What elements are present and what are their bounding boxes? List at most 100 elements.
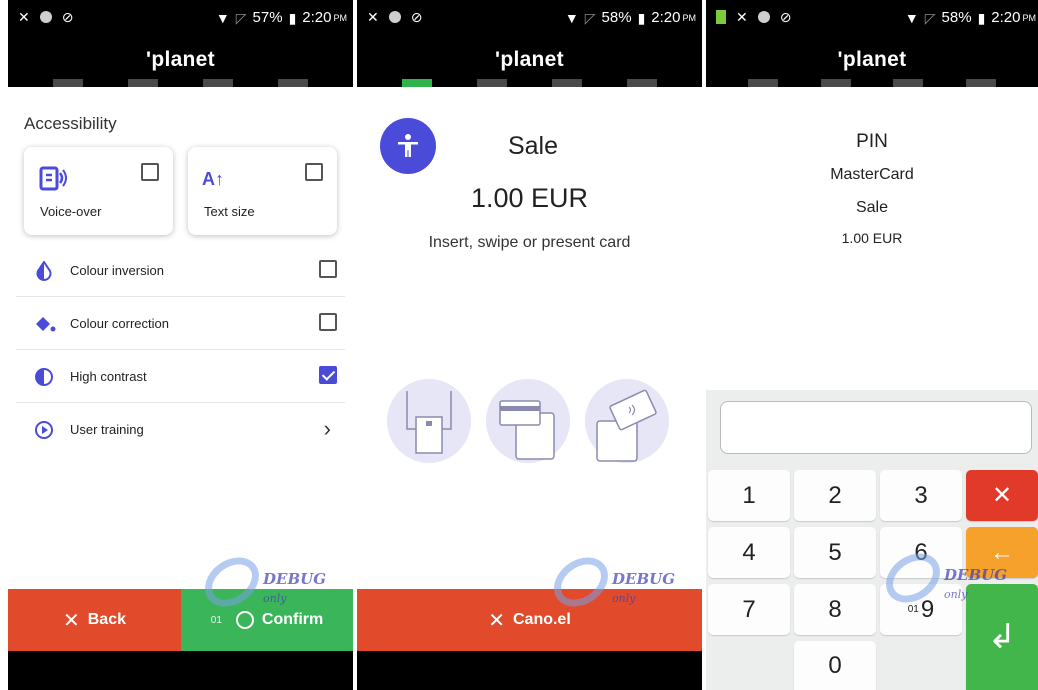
high-contrast-checkbox[interactable]: [319, 366, 337, 384]
step-2: [477, 79, 507, 87]
cancel-label: Cano.el: [512, 611, 571, 628]
clock-time: 2:20: [991, 9, 1021, 26]
paint-bucket-icon: [34, 314, 56, 334]
brand-name: planet: [151, 48, 215, 71]
brand-name: planet: [842, 48, 907, 71]
text-size-icon: A↑: [202, 169, 224, 189]
step-4: [627, 79, 657, 87]
step-2: [820, 79, 851, 87]
back-button[interactable]: ✕ Back: [8, 589, 181, 651]
pin-screen: ✕ ⊘ ▼ ◸ 58% ▮ 2:20 PM 'planet PIN Master…: [706, 0, 1038, 690]
key-7[interactable]: 7: [708, 584, 790, 635]
voice-over-checkbox[interactable]: [141, 163, 159, 181]
no-signal-icon: ✕: [367, 9, 379, 25]
clear-button[interactable]: ✕: [966, 470, 1038, 521]
step-3: [893, 79, 924, 87]
key-2[interactable]: 2: [794, 470, 876, 521]
contrast-drop-icon: [34, 260, 54, 281]
key-0[interactable]: 0: [794, 641, 876, 690]
step-1: [53, 79, 83, 87]
cancel-button[interactable]: ✕ Cano.el: [357, 589, 702, 651]
option-colour-inversion[interactable]: Colour inversion: [16, 244, 345, 297]
wifi-icon: ▼: [904, 9, 919, 26]
enter-button[interactable]: ↲: [966, 584, 1038, 690]
blocked-icon: ⊘: [410, 9, 423, 25]
text-size-card[interactable]: A↑ Text size: [188, 147, 337, 235]
brand-header: 'planet: [357, 38, 702, 87]
key-9-label: 9: [920, 595, 935, 623]
swipe-card-icon: [486, 379, 570, 463]
card-brand: MasterCard: [830, 166, 914, 183]
navigation-bar: [357, 651, 702, 690]
watermark-text: DEBUG: [263, 570, 327, 588]
overlay-prefix: 01: [210, 614, 222, 626]
pin-input[interactable]: [720, 401, 1032, 454]
key-9[interactable]: 01 9: [880, 584, 962, 635]
step-indicator: [357, 79, 702, 87]
backspace-button[interactable]: ←: [966, 527, 1038, 578]
step-4: [965, 79, 996, 87]
no-signal-icon: ✕: [736, 9, 748, 25]
voice-over-card[interactable]: Voice-over: [24, 147, 173, 235]
option-label: Colour inversion: [70, 263, 164, 278]
wifi-icon: ▼: [564, 9, 579, 26]
key-5[interactable]: 5: [794, 527, 876, 578]
battery-percent: 57%: [252, 9, 283, 26]
no-sim-icon: ◸: [584, 9, 596, 26]
step-3: [552, 79, 582, 87]
key-6[interactable]: 6: [880, 527, 962, 578]
blocked-icon: ⊘: [779, 9, 792, 25]
key-4[interactable]: 4: [708, 527, 790, 578]
step-4: [278, 79, 308, 87]
battery-icon: ▮: [637, 9, 646, 26]
step-indicator: [8, 79, 353, 87]
chevron-right-icon: ›: [323, 416, 331, 441]
colour-inversion-checkbox[interactable]: [319, 260, 337, 278]
planet-logo: 'planet: [146, 48, 215, 71]
no-sim-icon: ◸: [924, 9, 936, 26]
accessibility-button[interactable]: [380, 118, 436, 174]
wifi-icon: ▼: [215, 9, 230, 26]
step-2: [128, 79, 158, 87]
card-instruction: Insert, swipe or present card: [428, 234, 631, 251]
brand-name: planet: [500, 48, 564, 71]
status-dot-icon: [388, 11, 401, 23]
clock-time: 2:20: [302, 9, 332, 26]
half-circle-icon: [34, 367, 54, 387]
text-size-checkbox[interactable]: [305, 163, 323, 181]
footer-actions: ✕ Back 01 Confirm: [8, 589, 353, 651]
clock-ampm: PM: [333, 12, 348, 23]
confirm-button[interactable]: 01 Confirm: [181, 589, 353, 651]
navigation-bar: [8, 651, 353, 690]
step-1: [748, 79, 779, 87]
option-label: High contrast: [70, 369, 147, 384]
step-1: [402, 79, 432, 87]
clock-ampm: PM: [1022, 12, 1037, 23]
planet-logo: 'planet: [495, 48, 564, 71]
key-8[interactable]: 8: [794, 584, 876, 635]
step-3: [203, 79, 233, 87]
confirm-label: Confirm: [261, 611, 324, 628]
key-1[interactable]: 1: [708, 470, 790, 521]
play-circle-icon: [34, 420, 54, 440]
overlay-prefix: 01: [907, 604, 919, 615]
option-high-contrast[interactable]: High contrast: [16, 350, 345, 403]
transaction-amount: 1.00 EUR: [470, 183, 589, 213]
close-icon: ✕: [488, 609, 505, 632]
colour-correction-checkbox[interactable]: [319, 313, 337, 331]
key-3[interactable]: 3: [880, 470, 962, 521]
watermark-text: DEBUG: [612, 570, 676, 588]
voice-over-icon: [38, 163, 68, 198]
option-label: Colour correction: [70, 316, 169, 331]
option-colour-correction[interactable]: Colour correction: [16, 297, 345, 350]
option-user-training[interactable]: User training ›: [16, 403, 345, 456]
accessibility-person-icon: [398, 134, 418, 157]
blocked-icon: ⊘: [61, 9, 74, 25]
transaction-title: Sale: [507, 132, 559, 160]
clock-ampm: PM: [682, 12, 697, 23]
battery-icon: ▮: [288, 9, 297, 26]
planet-logo: 'planet: [837, 48, 907, 71]
brand-header: 'planet: [706, 38, 1038, 87]
circle-icon: [235, 611, 254, 629]
tap-card-icon: [585, 379, 669, 463]
